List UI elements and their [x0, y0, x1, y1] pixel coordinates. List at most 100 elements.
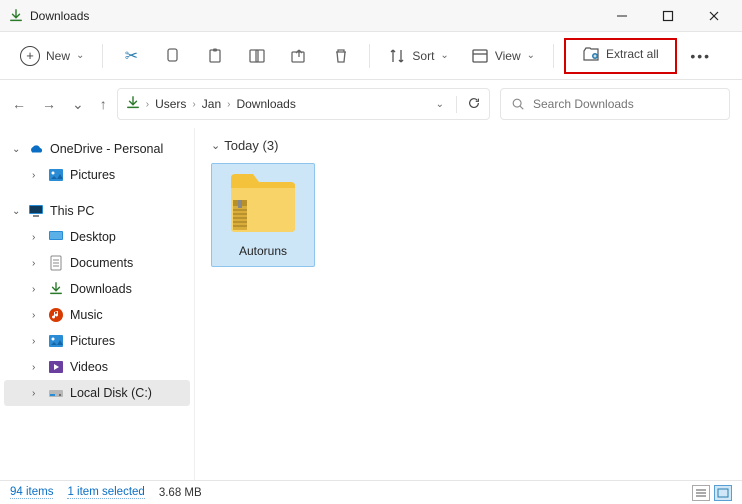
- sidebar-item-local-disk[interactable]: › Local Disk (C:): [4, 380, 190, 406]
- scissors-icon: ✂: [125, 46, 138, 66]
- details-view-button[interactable]: [692, 485, 710, 501]
- breadcrumb-dropdown[interactable]: ⌄: [430, 99, 450, 110]
- breadcrumb-segment[interactable]: Jan: [202, 97, 221, 111]
- search-input[interactable]: [533, 97, 719, 111]
- chevron-right-icon: ›: [32, 336, 42, 347]
- maximize-button[interactable]: [648, 2, 688, 30]
- download-icon: [48, 281, 64, 297]
- separator: [102, 44, 103, 68]
- sidebar-item-pictures2[interactable]: › Pictures: [4, 328, 190, 354]
- new-label: New: [46, 49, 70, 63]
- close-button[interactable]: [694, 2, 734, 30]
- sidebar: ⌄ OneDrive - Personal › Pictures ⌄ This …: [0, 128, 195, 480]
- chevron-right-icon: ›: [32, 388, 42, 399]
- desktop-icon: [48, 229, 64, 245]
- refresh-button[interactable]: [456, 96, 481, 113]
- onedrive-icon: [28, 141, 44, 157]
- separator: [369, 44, 370, 68]
- chevron-right-icon: ›: [32, 258, 42, 269]
- chevron-down-icon: ⌄: [12, 206, 22, 217]
- sidebar-item-desktop[interactable]: › Desktop: [4, 224, 190, 250]
- rename-button[interactable]: [239, 41, 275, 71]
- download-icon: [8, 8, 24, 24]
- extract-all-highlight: Extract all: [564, 38, 677, 74]
- extract-all-button[interactable]: Extract all: [576, 43, 665, 65]
- chevron-down-icon: ⌄: [12, 144, 22, 155]
- zip-folder-icon: [227, 172, 299, 236]
- status-selection: 1 item selected: [67, 486, 144, 499]
- toolbar: + New ⌄ ✂ Sort ⌄ View ⌄ Extract all •••: [0, 32, 742, 80]
- sort-button[interactable]: Sort ⌄: [380, 41, 456, 71]
- chevron-right-icon: ›: [146, 99, 149, 110]
- copy-button[interactable]: [155, 41, 191, 71]
- documents-icon: [48, 255, 64, 271]
- chevron-right-icon: ›: [32, 232, 42, 243]
- sidebar-label: Downloads: [70, 282, 132, 296]
- chevron-down-icon: ⌄: [76, 50, 84, 61]
- chevron-right-icon: ›: [32, 170, 42, 181]
- paste-button[interactable]: [197, 41, 233, 71]
- sidebar-label: Videos: [70, 360, 108, 374]
- chevron-down-icon: ⌄: [211, 139, 220, 152]
- sidebar-label: Desktop: [70, 230, 116, 244]
- extract-label: Extract all: [606, 47, 659, 61]
- plus-icon: +: [20, 46, 40, 66]
- window-title: Downloads: [30, 9, 602, 23]
- up-button[interactable]: ↑: [100, 96, 107, 112]
- chevron-right-icon: ›: [192, 99, 195, 110]
- pictures-icon: [48, 167, 64, 183]
- file-item[interactable]: Autoruns: [211, 163, 315, 267]
- disk-icon: [48, 385, 64, 401]
- title-bar: Downloads: [0, 0, 742, 32]
- search-box[interactable]: [500, 88, 730, 120]
- sidebar-item-downloads[interactable]: › Downloads: [4, 276, 190, 302]
- view-button[interactable]: View ⌄: [463, 41, 543, 71]
- thumbnails-view-button[interactable]: [714, 485, 732, 501]
- sidebar-label: OneDrive - Personal: [50, 142, 163, 156]
- sidebar-item-music[interactable]: › Music: [4, 302, 190, 328]
- minimize-button[interactable]: [602, 2, 642, 30]
- status-count: 94 items: [10, 486, 53, 499]
- sidebar-label: Pictures: [70, 168, 115, 182]
- file-label: Autoruns: [239, 244, 287, 258]
- more-button[interactable]: •••: [683, 42, 719, 70]
- history-dropdown[interactable]: ⌄: [72, 96, 84, 113]
- new-button[interactable]: + New ⌄: [12, 40, 92, 72]
- view-label: View: [495, 49, 521, 63]
- chevron-down-icon: ⌄: [440, 50, 448, 61]
- sidebar-item-documents[interactable]: › Documents: [4, 250, 190, 276]
- music-icon: [48, 307, 64, 323]
- breadcrumb-segment[interactable]: Users: [155, 97, 186, 111]
- group-header[interactable]: ⌄ Today (3): [211, 138, 726, 153]
- sidebar-label: Music: [70, 308, 103, 322]
- navigation-row: ← → ⌄ ↑ › Users › Jan › Downloads ⌄: [0, 80, 742, 128]
- sidebar-item-videos[interactable]: › Videos: [4, 354, 190, 380]
- body: ⌄ OneDrive - Personal › Pictures ⌄ This …: [0, 128, 742, 480]
- chevron-right-icon: ›: [32, 362, 42, 373]
- forward-button[interactable]: →: [42, 96, 56, 112]
- breadcrumb-segment[interactable]: Downloads: [236, 97, 295, 111]
- back-button[interactable]: ←: [12, 96, 26, 112]
- separator: [553, 44, 554, 68]
- search-icon: [511, 97, 525, 111]
- sidebar-item-thispc[interactable]: ⌄ This PC: [4, 198, 190, 224]
- pictures-icon: [48, 333, 64, 349]
- nav-arrows: ← → ⌄ ↑: [12, 96, 107, 113]
- content-area: ⌄ Today (3) Autoruns: [195, 128, 742, 480]
- status-bar: 94 items 1 item selected 3.68 MB: [0, 480, 742, 504]
- pc-icon: [28, 203, 44, 219]
- share-button[interactable]: [281, 41, 317, 71]
- breadcrumb[interactable]: › Users › Jan › Downloads ⌄: [117, 88, 490, 120]
- sidebar-label: Documents: [70, 256, 133, 270]
- chevron-right-icon: ›: [227, 99, 230, 110]
- sidebar-item-onedrive[interactable]: ⌄ OneDrive - Personal: [4, 136, 190, 162]
- delete-button[interactable]: [323, 41, 359, 71]
- sort-icon: [388, 47, 406, 65]
- extract-icon: [582, 45, 600, 63]
- cut-button[interactable]: ✂: [113, 40, 149, 72]
- view-icon: [471, 47, 489, 65]
- sidebar-item-pictures[interactable]: › Pictures: [4, 162, 190, 188]
- chevron-down-icon: ⌄: [527, 50, 535, 61]
- sidebar-label: Pictures: [70, 334, 115, 348]
- sort-label: Sort: [412, 49, 434, 63]
